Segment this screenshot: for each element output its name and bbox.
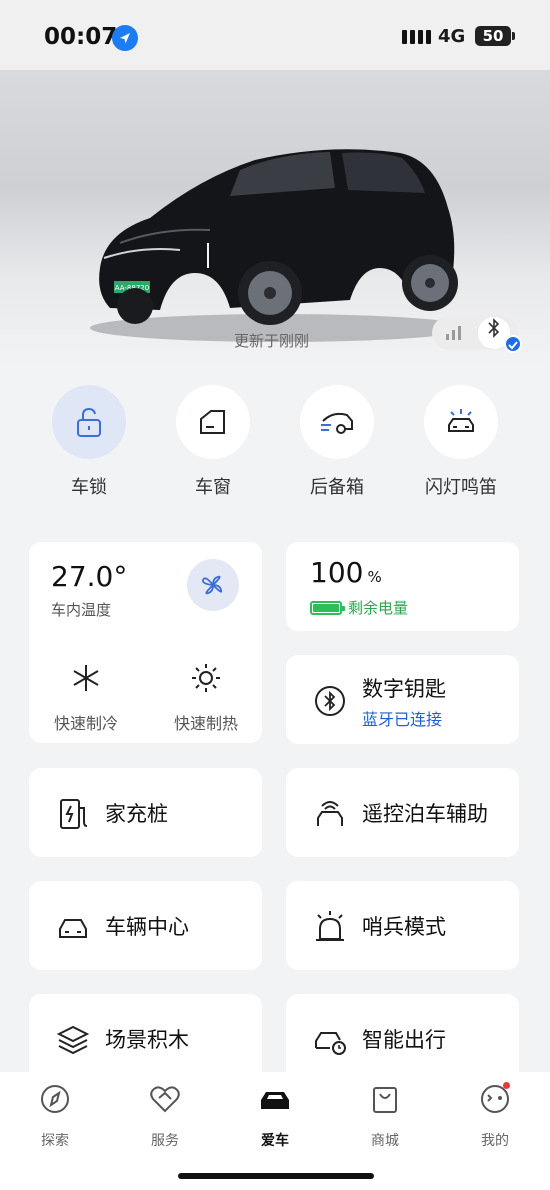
cabin-temperature: 27.0° xyxy=(51,560,128,593)
smart-travel-tile[interactable]: 智能出行 xyxy=(286,994,519,1083)
fan-icon xyxy=(202,575,223,595)
tab-my-car-label: 爱车 xyxy=(261,1133,289,1149)
charger-icon xyxy=(60,799,88,829)
tab-my-car[interactable]: 爱车 xyxy=(245,1082,305,1150)
trunk-button[interactable]: 后备箱 xyxy=(300,385,374,499)
home-charger-label: 家充桩 xyxy=(105,802,168,826)
fan-button[interactable] xyxy=(187,559,239,611)
trunk-icon xyxy=(321,412,353,434)
car-lock-label: 车锁 xyxy=(71,477,107,498)
heart-handshake-icon xyxy=(150,1086,180,1113)
tab-profile-label: 我的 xyxy=(481,1133,509,1149)
digital-key-card[interactable]: 数字钥匙 蓝牙已连接 xyxy=(286,655,519,744)
tab-mall[interactable]: 商城 xyxy=(355,1082,415,1150)
tab-service-label: 服务 xyxy=(151,1133,179,1149)
tab-explore-label: 探索 xyxy=(41,1133,69,1149)
snowflake-icon xyxy=(73,665,99,691)
tab-mall-label: 商城 xyxy=(371,1133,399,1149)
compass-icon xyxy=(41,1085,69,1113)
climate-card[interactable]: 27.0° 车内温度 快速制冷 快速制热 xyxy=(29,542,262,743)
scene-blocks-label: 场景积木 xyxy=(105,1028,189,1052)
sentry-mode-tile[interactable]: 哨兵模式 xyxy=(286,881,519,970)
sun-icon xyxy=(192,664,220,692)
quick-cool-button[interactable]: 快速制冷 xyxy=(41,662,131,734)
vehicle-center-label: 车辆中心 xyxy=(105,915,189,939)
remote-parking-tile[interactable]: 遥控泊车辅助 xyxy=(286,768,519,857)
unlock-icon xyxy=(77,407,101,437)
quick-heat-button[interactable]: 快速制热 xyxy=(161,662,251,734)
flash-horn-button[interactable]: 闪灯鸣笛 xyxy=(424,385,498,499)
window-icon xyxy=(200,410,225,434)
car-lock-button[interactable]: 车锁 xyxy=(52,385,126,499)
connected-check-icon xyxy=(504,335,522,353)
trunk-label: 后备箱 xyxy=(310,477,364,498)
location-arrow-icon xyxy=(112,25,138,51)
vehicle-center-icon xyxy=(59,919,87,938)
smart-travel-icon xyxy=(315,1032,346,1055)
flash-horn-label: 闪灯鸣笛 xyxy=(425,477,497,498)
last-update-text: 更新于刚刚 xyxy=(234,332,310,350)
digital-key-status: 蓝牙已连接 xyxy=(362,710,443,729)
sentry-alarm-icon xyxy=(316,911,344,941)
car-icon xyxy=(261,1092,289,1109)
home-charger-tile[interactable]: 家充桩 xyxy=(29,768,262,857)
battery-level-value: 100% xyxy=(310,556,382,589)
battery-level-label: 剩余电量 xyxy=(348,599,409,617)
tab-service[interactable]: 服务 xyxy=(135,1082,195,1150)
sentry-mode-label: 哨兵模式 xyxy=(362,915,446,939)
car-window-button[interactable]: 车窗 xyxy=(176,385,250,499)
home-indicator xyxy=(178,1173,374,1179)
car-window-label: 车窗 xyxy=(195,477,231,498)
vehicle-image: AA-88720 xyxy=(90,149,470,342)
tab-explore[interactable]: 探索 xyxy=(25,1082,85,1150)
tab-profile[interactable]: 我的 xyxy=(465,1082,525,1150)
cellular-signal-icon xyxy=(446,326,461,340)
notification-dot xyxy=(503,1082,510,1089)
quick-heat-label: 快速制热 xyxy=(173,714,238,733)
network-type: 4G xyxy=(438,26,466,47)
remote-parking-icon xyxy=(317,801,343,826)
digital-key-title: 数字钥匙 xyxy=(362,677,446,701)
remote-parking-label: 遥控泊车辅助 xyxy=(362,802,488,826)
quick-cool-label: 快速制冷 xyxy=(53,714,118,733)
status-time: 00:07 xyxy=(44,24,118,50)
shopping-bag-icon xyxy=(373,1087,397,1113)
scene-blocks-tile[interactable]: 场景积木 xyxy=(29,994,262,1083)
battery-icon xyxy=(310,600,345,615)
cabin-temperature-label: 车内温度 xyxy=(51,601,112,619)
battery-card[interactable]: 100% 剩余电量 xyxy=(286,542,519,631)
smart-travel-label: 智能出行 xyxy=(362,1028,446,1052)
status-bar: 00:07 4G 50 xyxy=(0,0,550,70)
battery-indicator: 50 xyxy=(475,26,515,46)
cell-signal-icon xyxy=(402,30,431,44)
bluetooth-key-icon xyxy=(315,686,345,716)
layers-icon xyxy=(56,1025,90,1055)
vehicle-center-tile[interactable]: 车辆中心 xyxy=(29,881,262,970)
flash-horn-icon xyxy=(448,409,474,432)
